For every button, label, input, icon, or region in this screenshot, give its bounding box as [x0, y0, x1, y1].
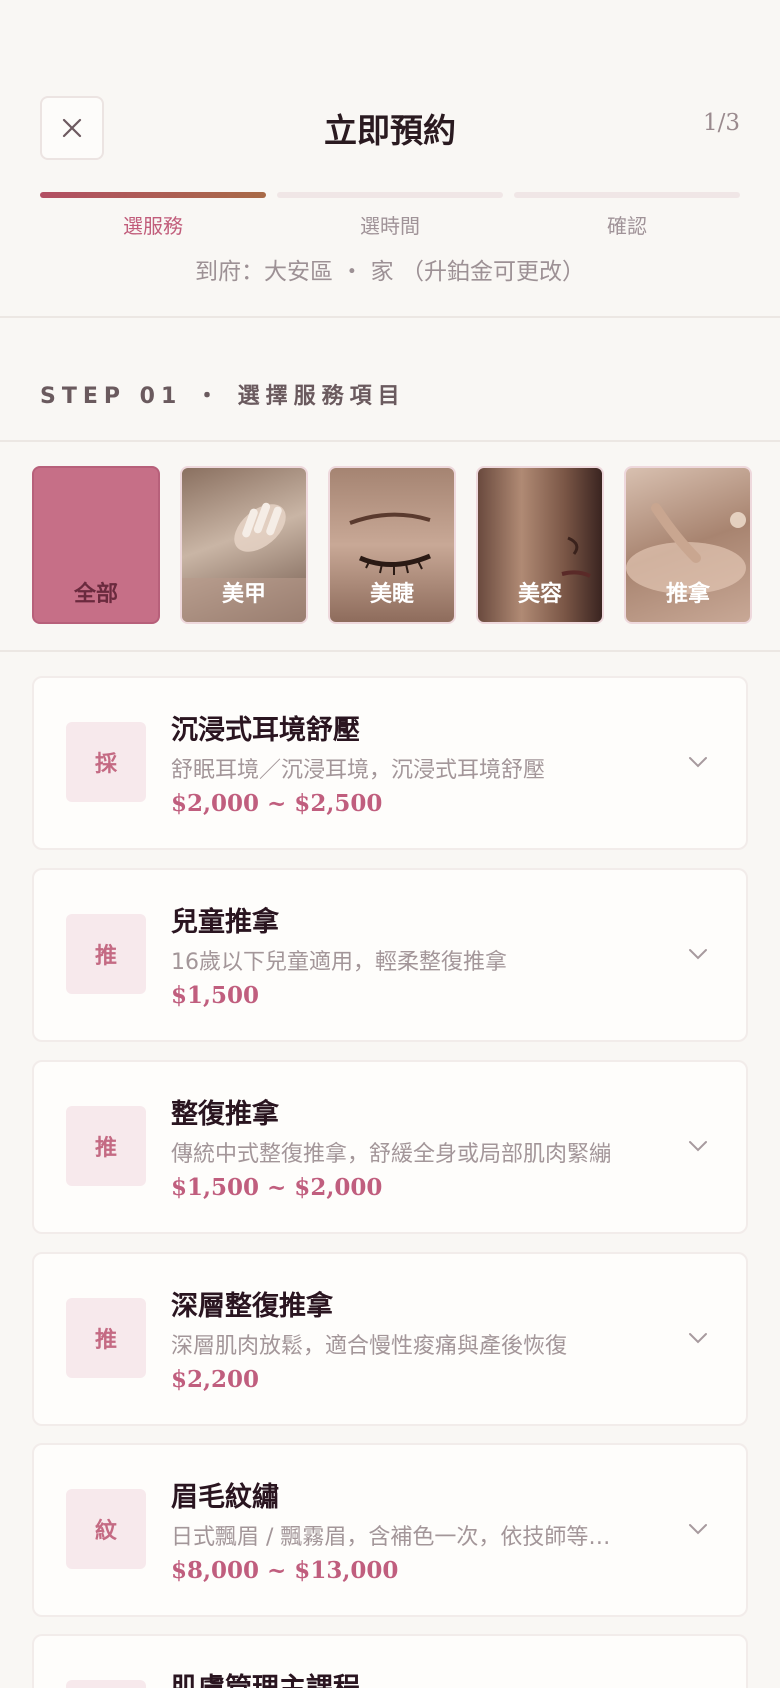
step-label-confirm: 確認	[607, 214, 647, 238]
service-card[interactable]: 推 兒童推拿 16歲以下兒童適用，輕柔整復推拿 $1,500	[32, 868, 748, 1042]
page-title: 立即預約	[324, 111, 456, 150]
service-badge: 推	[66, 914, 146, 994]
service-name: 眉毛紋繡	[171, 1482, 279, 1513]
service-name: 兒童推拿	[171, 907, 279, 938]
category-lashes[interactable]: 美睫	[328, 466, 456, 624]
category-label: 推拿	[665, 581, 710, 607]
service-card[interactable]: 紋 眉毛紋繡 日式飄眉 / 飄霧眉，含補色一次，依技師等… $8,000 ~ $…	[32, 1443, 748, 1617]
service-description: 日式飄眉 / 飄霧眉，含補色一次，依技師等…	[171, 1525, 611, 1550]
service-price: $8,000 ~ $13,000	[171, 1557, 399, 1584]
service-price: $2,000 ~ $2,500	[171, 790, 383, 817]
service-badge: 紋	[66, 1489, 146, 1569]
service-description: 16歲以下兒童適用，輕柔整復推拿	[171, 950, 507, 975]
progress-step-2	[277, 192, 503, 198]
service-name: 深層整復推拿	[171, 1291, 333, 1322]
progress-step-1	[40, 192, 266, 198]
service-name: 整復推拿	[171, 1099, 279, 1130]
service-name: 肌膚管理主課程	[171, 1666, 360, 1688]
header: 立即預約 1/3 選服務 選時間 確認 到府：大安區 ・ 家 （升鉑金可更改）	[0, 0, 780, 318]
service-card[interactable]: 推 深層整復推拿 深層肌肉放鬆，適合慢性痠痛與產後恢復 $2,200	[32, 1252, 748, 1426]
chevron-down-icon[interactable]	[686, 942, 710, 966]
category-all[interactable]: 全部	[32, 466, 160, 624]
category-nails[interactable]: 美甲	[180, 466, 308, 624]
service-name: 沉浸式耳境舒壓	[171, 715, 360, 746]
category-label: 美睫	[369, 581, 414, 607]
section-title: STEP 01 ・ 選擇服務項目	[40, 384, 406, 409]
progress-step-3	[514, 192, 740, 198]
service-description: 傳統中式整復推拿，舒緩全身或局部肌肉緊繃	[171, 1142, 612, 1167]
category-label: 美容	[517, 581, 562, 607]
chevron-down-icon[interactable]	[686, 1517, 710, 1541]
service-card[interactable]: 推 整復推拿 傳統中式整復推拿，舒緩全身或局部肌肉緊繃 $1,500 ~ $2,…	[32, 1060, 748, 1234]
category-label: 全部	[73, 581, 118, 607]
service-badge: 推	[66, 1106, 146, 1186]
service-description: 深層肌肉放鬆，適合慢性痠痛與產後恢復	[171, 1334, 568, 1359]
service-price: $2,200	[171, 1366, 260, 1393]
category-massage[interactable]: 推拿	[624, 466, 752, 624]
chevron-down-icon[interactable]	[686, 1326, 710, 1350]
service-badge	[66, 1680, 146, 1688]
service-description: 舒眠耳境／沉浸耳境，沉浸式耳境舒壓	[171, 758, 546, 783]
service-badge: 推	[66, 1298, 146, 1378]
chevron-down-icon[interactable]	[686, 1134, 710, 1158]
location-text: 到府：大安區 ・ 家 （升鉑金可更改）	[195, 259, 585, 285]
service-badge: 採	[66, 722, 146, 802]
category-facial[interactable]: 美容	[476, 466, 604, 624]
chevron-down-icon[interactable]	[686, 750, 710, 774]
service-price: $1,500 ~ $2,000	[171, 1174, 383, 1201]
step-label-time: 選時間	[360, 214, 420, 238]
step-label-service: 選服務	[123, 214, 183, 238]
service-price: $1,500	[171, 982, 260, 1009]
service-card[interactable]: 肌膚管理主課程	[32, 1634, 748, 1688]
step-counter: 1/3	[702, 110, 740, 136]
category-strip[interactable]: 全部 美甲 美睫 美容 推拿	[0, 442, 780, 652]
service-card[interactable]: 採 沉浸式耳境舒壓 舒眠耳境／沉浸耳境，沉浸式耳境舒壓 $2,000 ~ $2,…	[32, 676, 748, 850]
category-label: 美甲	[221, 581, 266, 607]
